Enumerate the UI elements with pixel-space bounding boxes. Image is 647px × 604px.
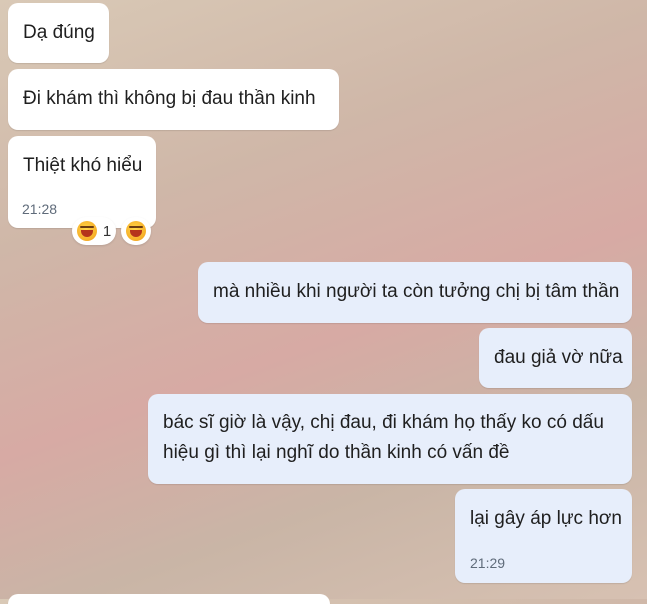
message-bubble-incoming[interactable]: Dạ đúng — [8, 3, 109, 63]
message-bubble-outgoing[interactable]: đau giả vờ nữa — [479, 328, 632, 388]
message-bubble-incoming[interactable]: Thiệt khó hiểu 21:28 — [8, 136, 156, 228]
message-bubble-outgoing[interactable]: mà nhiều khi người ta còn tưởng chị bị t… — [198, 262, 632, 323]
message-text: Dạ đúng — [23, 22, 95, 43]
message-text: mà nhiều khi người ta còn tưởng chị bị t… — [213, 281, 620, 302]
reaction-count: 1 — [102, 222, 112, 240]
message-text-line: bác sĩ giờ là vậy, chị đau, đi khám họ t… — [163, 412, 604, 433]
laughing-crying-emoji-icon — [76, 221, 97, 241]
message-timestamp: 21:29 — [470, 555, 506, 571]
message-timestamp: 21:28 — [22, 201, 58, 217]
message-text: đau giả vờ nữa — [494, 347, 623, 368]
message-text: Thiệt khó hiểu — [23, 155, 143, 176]
message-bubble-incoming-partial[interactable] — [8, 594, 330, 604]
laughing-crying-emoji-icon — [126, 221, 146, 241]
message-text: Đi khám thì không bị đau thần kinh — [23, 88, 316, 109]
add-reaction-button[interactable] — [121, 217, 151, 245]
reaction-chip[interactable]: 1 — [72, 217, 116, 245]
message-text: lại gây áp lực hơn — [470, 508, 622, 529]
message-bubble-incoming[interactable]: Đi khám thì không bị đau thần kinh — [8, 69, 339, 130]
message-bubble-outgoing[interactable]: lại gây áp lực hơn 21:29 — [455, 489, 632, 583]
message-bubble-outgoing[interactable]: bác sĩ giờ là vậy, chị đau, đi khám họ t… — [148, 394, 632, 484]
message-text-line: hiệu gì thì lại nghĩ do thần kinh có vấn… — [163, 442, 510, 463]
